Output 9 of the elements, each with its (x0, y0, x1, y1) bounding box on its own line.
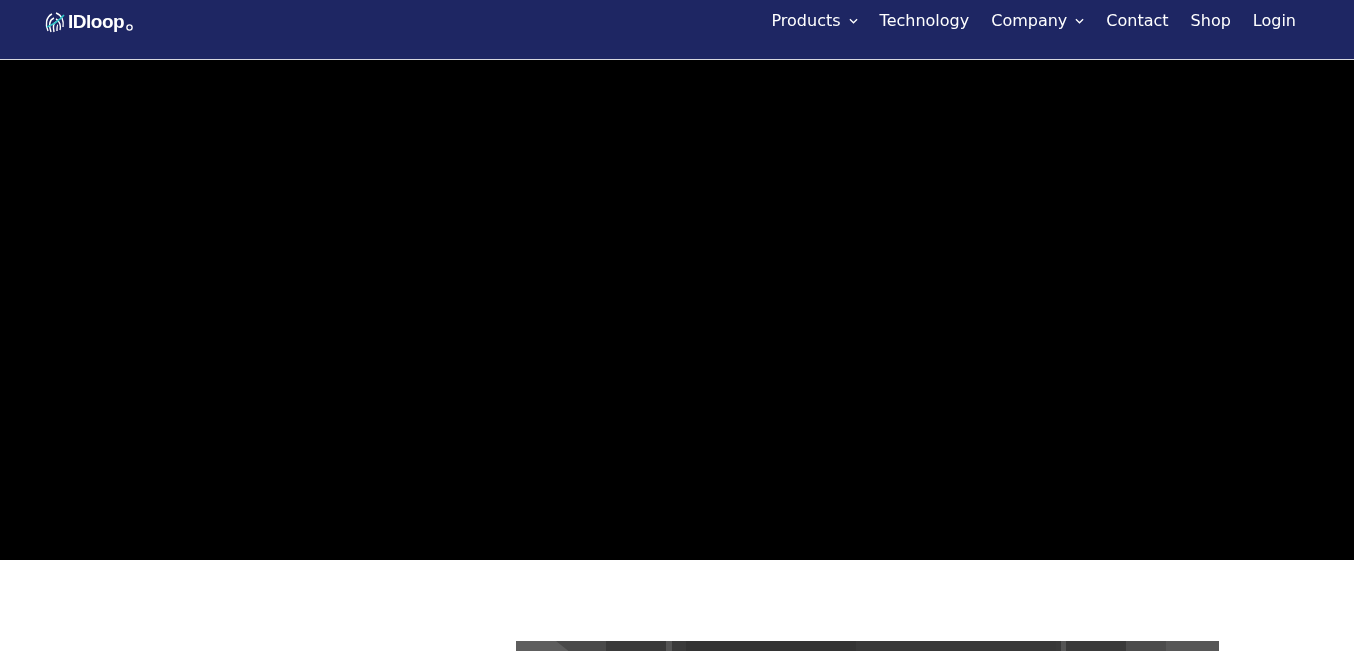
nav-link[interactable]: Technology (879, 10, 970, 32)
nav-link[interactable]: Login (1252, 10, 1296, 32)
nav-link[interactable]: Company (991, 10, 1085, 32)
nav-link[interactable]: Contact (1106, 10, 1169, 32)
fingerprint-icon (44, 9, 66, 35)
logo-link[interactable]: IDloop (44, 9, 134, 35)
nav-link[interactable]: Shop (1190, 10, 1231, 32)
registered-mark-icon (126, 24, 134, 31)
nav-link[interactable]: Products (771, 10, 858, 32)
